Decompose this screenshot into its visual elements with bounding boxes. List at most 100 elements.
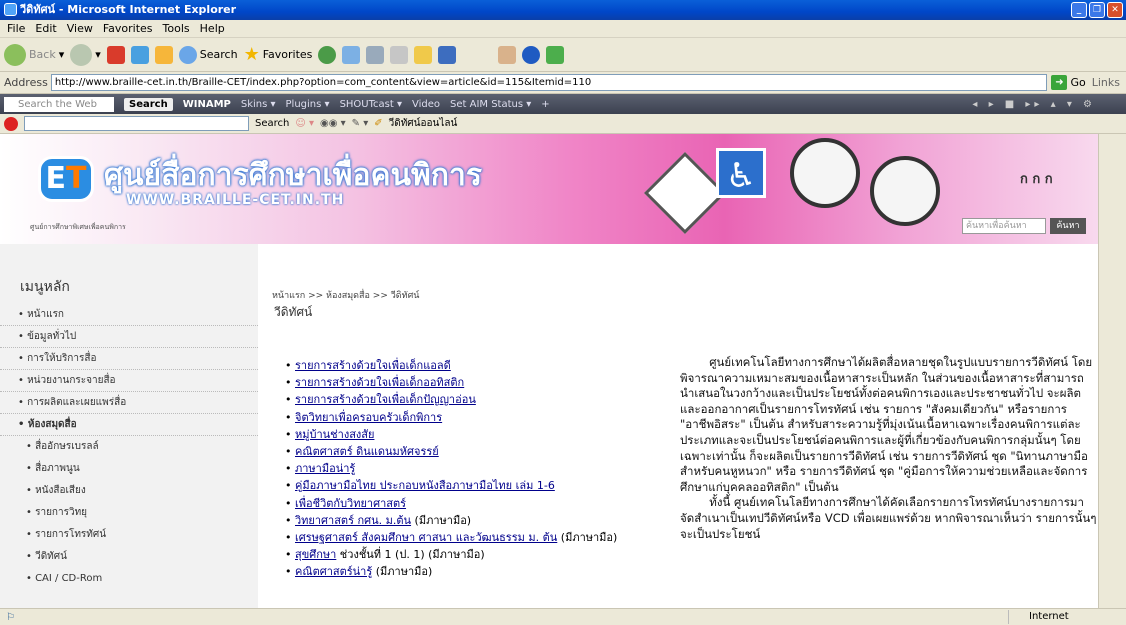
sidebar-item-1[interactable]: • ข้อมูลทั่วไป <box>0 326 258 348</box>
site-search-input[interactable]: ค้นหาเพื่อค้นหา <box>962 218 1046 234</box>
sidebar-item-2[interactable]: • การให้บริการสื่อ <box>0 348 258 370</box>
status-bar: ⚐ Internet <box>0 608 1126 625</box>
video-list-item: • จิตวิทยาเพื่อครอบครัวเด็กพิการ <box>285 410 443 424</box>
highlight-icon[interactable]: ✐ <box>374 118 382 129</box>
go-button[interactable]: ➜ Go <box>1051 75 1091 90</box>
menu-file[interactable]: File <box>2 22 30 35</box>
video-link[interactable]: หมู่บ้านช่างสงสัย <box>295 428 374 441</box>
site-banner: ET ศูนย์สื่อการศึกษาเพื่อคนพิการ WWW.BRA… <box>0 134 1098 244</box>
history-icon[interactable] <box>318 45 337 64</box>
video-link-note: (มีภาษามือ) <box>411 513 472 527</box>
video-menu[interactable]: Video <box>412 99 440 110</box>
home-icon[interactable] <box>154 45 173 64</box>
toolbar-search-input[interactable] <box>24 116 249 131</box>
go-arrow-icon: ➜ <box>1051 75 1068 90</box>
smiley-icon[interactable]: ☺ ▾ <box>295 118 314 129</box>
video-link[interactable]: เศรษฐศาสตร์ สังคมศึกษา ศาสนา และวัฒนธรรม… <box>295 531 557 544</box>
menu-view[interactable]: View <box>62 22 98 35</box>
search-icon <box>178 45 197 64</box>
film-reel-icon-2 <box>870 156 940 226</box>
toolbar-search-button[interactable]: Search <box>255 118 289 129</box>
sidebar-item-6[interactable]: • สื่ออักษรเบรลล์ <box>0 436 258 458</box>
sidebar-item-9[interactable]: • รายการวิทยุ <box>0 502 258 524</box>
sidebar-item-7[interactable]: • สื่อภาพนูน <box>0 458 258 480</box>
video-link[interactable]: รายการสร้างด้วยใจเพื่อเด็กออทิสติก <box>295 376 464 389</box>
video-list-item: • เศรษฐศาสตร์ สังคมศึกษา ศาสนา และวัฒนธร… <box>285 530 618 544</box>
video-link[interactable]: คณิตศาสตร์ ดินแดนมหัศจรรย์ <box>295 445 439 458</box>
video-link[interactable]: คณิตศาสตร์น่ารู้ <box>295 565 372 578</box>
edit-icon[interactable] <box>390 45 409 64</box>
aim-search-button[interactable]: Search <box>124 97 173 111</box>
video-link[interactable]: สุขศึกษา <box>295 548 336 561</box>
sidebar-item-5[interactable]: • ห้องสมุดสื่อ <box>0 414 258 436</box>
sidebar-item-3[interactable]: • หน่วยงานกระจายสื่อ <box>0 370 258 392</box>
menu-bar: File Edit View Favorites Tools Help <box>0 20 1126 38</box>
video-link[interactable]: วิทยาศาสตร์ กศน. ม.ต้น <box>295 514 411 527</box>
video-list-item: • คู่มือภาษามือไทย ประกอบหนังสือภาษามือไ… <box>285 479 555 493</box>
stop-icon[interactable] <box>106 45 125 64</box>
pencil-icon[interactable]: ✎ ▾ <box>352 118 369 129</box>
web-search-input[interactable]: Search the Web <box>4 96 114 112</box>
aim-toolbar: Search the Web Search WINAMP Skins ▾ Plu… <box>0 94 1126 114</box>
video-list-item: • คณิตศาสตร์น่ารู้ (มีภาษามือ) <box>285 565 433 579</box>
online-video-button[interactable]: วีดิทัศน์ออนไลน์ <box>389 116 458 131</box>
links-button[interactable]: Links <box>1092 76 1126 89</box>
favorites-button[interactable]: ★ Favorites <box>244 44 313 65</box>
minimize-button[interactable]: _ <box>1071 2 1087 18</box>
close-button[interactable]: ✕ <box>1107 2 1123 18</box>
page-status-icon: ⚐ <box>6 611 15 623</box>
video-link-note: (มีภาษามือ) <box>372 565 433 579</box>
address-input[interactable]: http://www.braille-cet.in.th/Braille-CET… <box>50 74 1048 91</box>
forward-button[interactable]: ▾ <box>70 43 101 66</box>
sidebar-item-12[interactable]: • CAI / CD-Rom <box>0 568 258 590</box>
winamp-button[interactable]: WINAMP <box>183 99 231 110</box>
menu-tools[interactable]: Tools <box>158 22 195 35</box>
video-link[interactable]: ภาษามือน่ารู้ <box>295 462 355 475</box>
back-button[interactable]: Back ▾ <box>4 43 64 66</box>
video-link[interactable]: รายการสร้างด้วยใจเพื่อเด็กแอลดี <box>295 359 451 372</box>
bluetooth-icon[interactable] <box>522 45 541 64</box>
shoutcast-menu[interactable]: SHOUTcast ▾ <box>340 99 402 110</box>
sidebar-item-0[interactable]: • หน้าแรก <box>0 304 258 326</box>
wheelchair-icon: ♿ <box>716 148 766 198</box>
menu-favorites[interactable]: Favorites <box>98 22 158 35</box>
video-list: • รายการสร้างด้วยใจเพื่อเด็กแอลดี • รายกา… <box>285 356 617 579</box>
banner-subtitle: WWW.BRAILLE-CET.IN.TH <box>126 192 345 208</box>
toolbar-logo-icon[interactable] <box>4 116 18 131</box>
folder-icon[interactable] <box>414 45 433 64</box>
video-link[interactable]: จิตวิทยาเพื่อครอบครัวเด็กพิการ <box>295 411 442 424</box>
sidebar-heading: เมนูหลัก <box>20 279 70 295</box>
forward-arrow-icon <box>70 43 93 66</box>
menu-edit[interactable]: Edit <box>30 22 61 35</box>
sidebar-item-10[interactable]: • รายการโทรทัศน์ <box>0 524 258 546</box>
sidebar-item-4[interactable]: • การผลิตและเผยแพร่สื่อ <box>0 392 258 414</box>
messenger-icon[interactable] <box>438 45 457 64</box>
video-list-item: • วิทยาศาสตร์ กศน. ม.ต้น (มีภาษามือ) <box>285 513 472 527</box>
video-link[interactable]: เพื่อชีวิตกับวิทยาศาสตร์ <box>295 497 406 510</box>
print-icon[interactable] <box>366 45 385 64</box>
site-search-button[interactable]: ค้นหา <box>1050 218 1086 234</box>
sidebar-item-11[interactable]: • วีดิทัศน์ <box>0 546 258 568</box>
video-link[interactable]: รายการสร้างด้วยใจเพื่อเด็กปัญญาอ่อน <box>295 393 476 406</box>
address-label: Address <box>4 76 48 89</box>
msn-icon[interactable] <box>546 45 565 64</box>
aim-status-menu[interactable]: Set AIM Status ▾ <box>450 99 531 110</box>
media-controls[interactable]: ◂ ▸ ■ ▸▸ ▴ ▾ ⚙ <box>972 99 1126 110</box>
skins-menu[interactable]: Skins ▾ <box>241 99 276 110</box>
mail-icon[interactable] <box>342 45 361 64</box>
plugins-menu[interactable]: Plugins ▾ <box>286 99 330 110</box>
research-icon[interactable] <box>498 45 517 64</box>
eyes-icon[interactable]: ◉◉ ▾ <box>320 118 346 129</box>
refresh-icon[interactable] <box>130 45 149 64</box>
add-button[interactable]: + <box>541 99 549 110</box>
maximize-button[interactable]: ❐ <box>1089 2 1105 18</box>
page-title: วีดิทัศน์ <box>274 305 313 319</box>
menu-help[interactable]: Help <box>195 22 230 35</box>
back-arrow-icon <box>4 43 26 66</box>
banner-small-text: ศูนย์การศึกษาพิเศษเพื่อคนพิการ <box>30 223 126 231</box>
video-link[interactable]: คู่มือภาษามือไทย ประกอบหนังสือภาษามือไทย… <box>295 479 555 492</box>
sidebar-item-8[interactable]: • หนังสือเสียง <box>0 480 258 502</box>
vertical-scrollbar[interactable] <box>1098 134 1126 608</box>
font-size-controls[interactable]: ก ก ก <box>1020 168 1053 189</box>
search-button[interactable]: Search <box>178 45 238 64</box>
